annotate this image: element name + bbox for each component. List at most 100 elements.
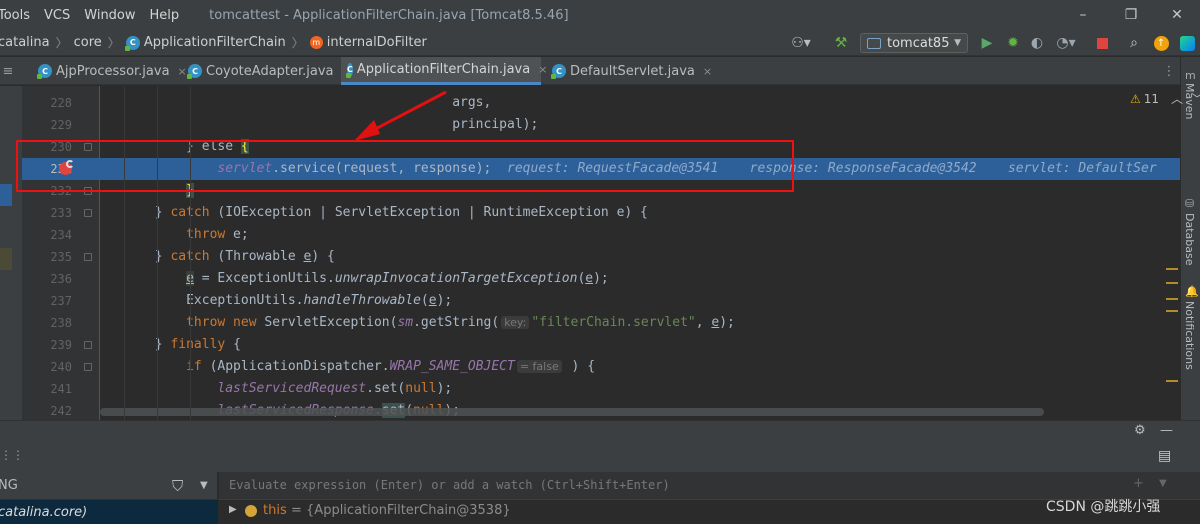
horizontal-scrollbar[interactable] [100,408,1044,416]
debug-toolbar: ⋮⋮ ▤ [0,442,1200,472]
settings-gear-icon[interactable]: ⚙ [1134,423,1146,438]
minimize-button[interactable]: – [1060,0,1106,30]
tomcat-config-icon [867,37,881,49]
tab-ajpprocessor[interactable]: C AjpProcessor.java × [32,57,193,85]
stripe-mark[interactable] [1166,298,1178,300]
stripe-mark[interactable] [1166,268,1178,270]
value-hint: = false [516,360,562,373]
breadcrumb-class[interactable]: C ApplicationFilterChain [124,35,286,51]
inspection-widget[interactable]: ⚠ 11 ︿ ﹀ [1130,90,1200,107]
search-icon[interactable]: ⌕ [1124,33,1144,53]
fold-icon[interactable] [84,341,92,349]
fold-icon[interactable] [84,253,92,261]
build-hammer-icon[interactable]: ⚒ [832,33,850,53]
line-number: 239 [50,338,72,352]
frames-panel: NG ⛉ ▼ catalina.core) [0,472,218,524]
exec-marker [0,184,12,206]
coverage-icon[interactable]: ◐ [1028,33,1046,53]
update-badge: ↑ [1153,35,1169,51]
jetbrains-logo-icon[interactable] [1178,33,1196,53]
tab-label: DefaultServlet.java [570,63,695,79]
chevron-up-icon[interactable]: ︿ [1171,90,1183,107]
menu-vcs[interactable]: VCS [44,8,70,23]
menu-window[interactable]: Window [84,8,135,23]
run-icon[interactable]: ▶ [978,33,996,53]
code-line-228: args, [452,95,492,110]
line-number: 236 [50,272,72,286]
line-gutter[interactable]: 228 229 230 231 232 233 234 235 236 237 … [22,86,100,420]
grid-icon[interactable]: ⋮⋮ [0,448,24,462]
code-line-235: } catch (Throwable e) { [154,249,335,264]
breadcrumb-class-label: ApplicationFilterChain [143,35,286,50]
fold-icon[interactable] [84,363,92,371]
left-tool-strip [0,86,22,420]
stripe-mark[interactable] [1166,380,1178,382]
logo-square [1179,35,1195,51]
tab-defaultservlet[interactable]: C DefaultServlet.java × [546,57,718,85]
code-line-241: lastServicedRequest.set(null); [217,381,453,396]
indent-guide [157,86,158,420]
stripe-mark[interactable] [1166,310,1178,312]
code-editor[interactable]: args, principal); } else { servlet.servi… [100,86,1180,420]
close-icon[interactable]: × [703,65,712,78]
code-line-240: if (ApplicationDispatcher.WRAP_SAME_OBJE… [186,359,596,374]
restore-button[interactable]: ❐ [1108,0,1154,30]
code-line-237: ExceptionUtils.handleThrowable(e); [186,293,453,308]
line-number: 234 [50,228,72,242]
code-line-233: } catch (IOException | ServletException … [154,205,648,220]
chevron-down-icon[interactable]: ▼ [200,480,208,491]
code-line-239: } finally { [154,337,241,352]
warning-icon: ⚠ [1130,91,1141,106]
update-icon[interactable]: ↑ [1152,33,1170,53]
close-window-button[interactable]: ✕ [1154,0,1200,30]
breadcrumb-method[interactable]: m internalDoFilter [309,35,427,50]
more-tabs-icon[interactable]: ⋮ [1160,57,1178,85]
expand-arrow-icon[interactable]: ▶ [229,504,237,515]
code-line-229: principal); [452,117,539,132]
var-name: this [263,503,287,518]
fold-icon[interactable] [84,209,92,217]
tab-list-icon[interactable]: ≡ [0,57,16,85]
breadcrumb-core[interactable]: core [74,35,102,50]
tab-label: CoyoteAdapter.java [206,63,334,79]
database-icon: ⛁ [1185,197,1195,210]
layout-icon[interactable]: ▤ [1158,448,1171,464]
tab-label: AjpProcessor.java [56,63,170,79]
breadcrumb-method-label: internalDoFilter [326,35,427,50]
right-tool-strip: m Maven ⛁ Database 🔔 Notifications [1180,57,1200,420]
class-icon: C [346,62,353,78]
indent-guide [190,86,191,420]
chevron-right-icon: 〉 [55,36,68,50]
add-watch-icon[interactable]: + [1133,476,1144,491]
debug-icon[interactable]: ✹ [1004,33,1022,53]
notifications-tool-button[interactable]: Notifications [1183,301,1196,370]
breadcrumb-catalina[interactable]: catalina [0,35,50,50]
menu-tools[interactable]: Tools [0,8,30,23]
database-tool-button[interactable]: Database [1183,213,1196,266]
bell-icon: 🔔 [1185,285,1199,298]
param-hint: key: [501,316,530,329]
user-icon[interactable]: ⚇▾ [788,33,814,53]
frames-header: NG ⛉ ▼ [0,472,218,500]
code-line-234: throw e; [186,227,249,242]
frame-row-selected[interactable]: catalina.core) [0,500,218,524]
menu-bar: Tools VCS Window Help tomcattest - Appli… [0,0,1200,30]
tab-coyoteadapter[interactable]: C CoyoteAdapter.java × [182,57,357,85]
line-number: 235 [50,250,72,264]
stop-icon[interactable] [1094,33,1110,53]
profile-icon[interactable]: ◔▾ [1052,33,1080,53]
editor-tabs: ≡ C AjpProcessor.java × C CoyoteAdapter.… [0,57,1180,85]
window-title: tomcattest - ApplicationFilterChain.java… [209,7,569,23]
dropdown-arrow-icon: ▼ [954,38,961,48]
filter-icon[interactable]: ⛉ [172,477,183,495]
chevron-right-icon: 〉 [107,36,120,50]
tab-applicationfilterchain[interactable]: C ApplicationFilterChain.java × [341,57,547,85]
chevron-down-icon[interactable]: ﹀ [1191,90,1200,107]
menu-help[interactable]: Help [150,8,180,23]
hide-panel-icon[interactable]: — [1160,423,1173,438]
run-configuration-select[interactable]: tomcat85 ▼ [860,33,968,53]
stripe-mark[interactable] [1166,282,1178,284]
expand-icon[interactable]: ▼ [1159,478,1167,489]
indent-guide [124,86,125,420]
debug-header: ⚙ — [0,420,1200,442]
